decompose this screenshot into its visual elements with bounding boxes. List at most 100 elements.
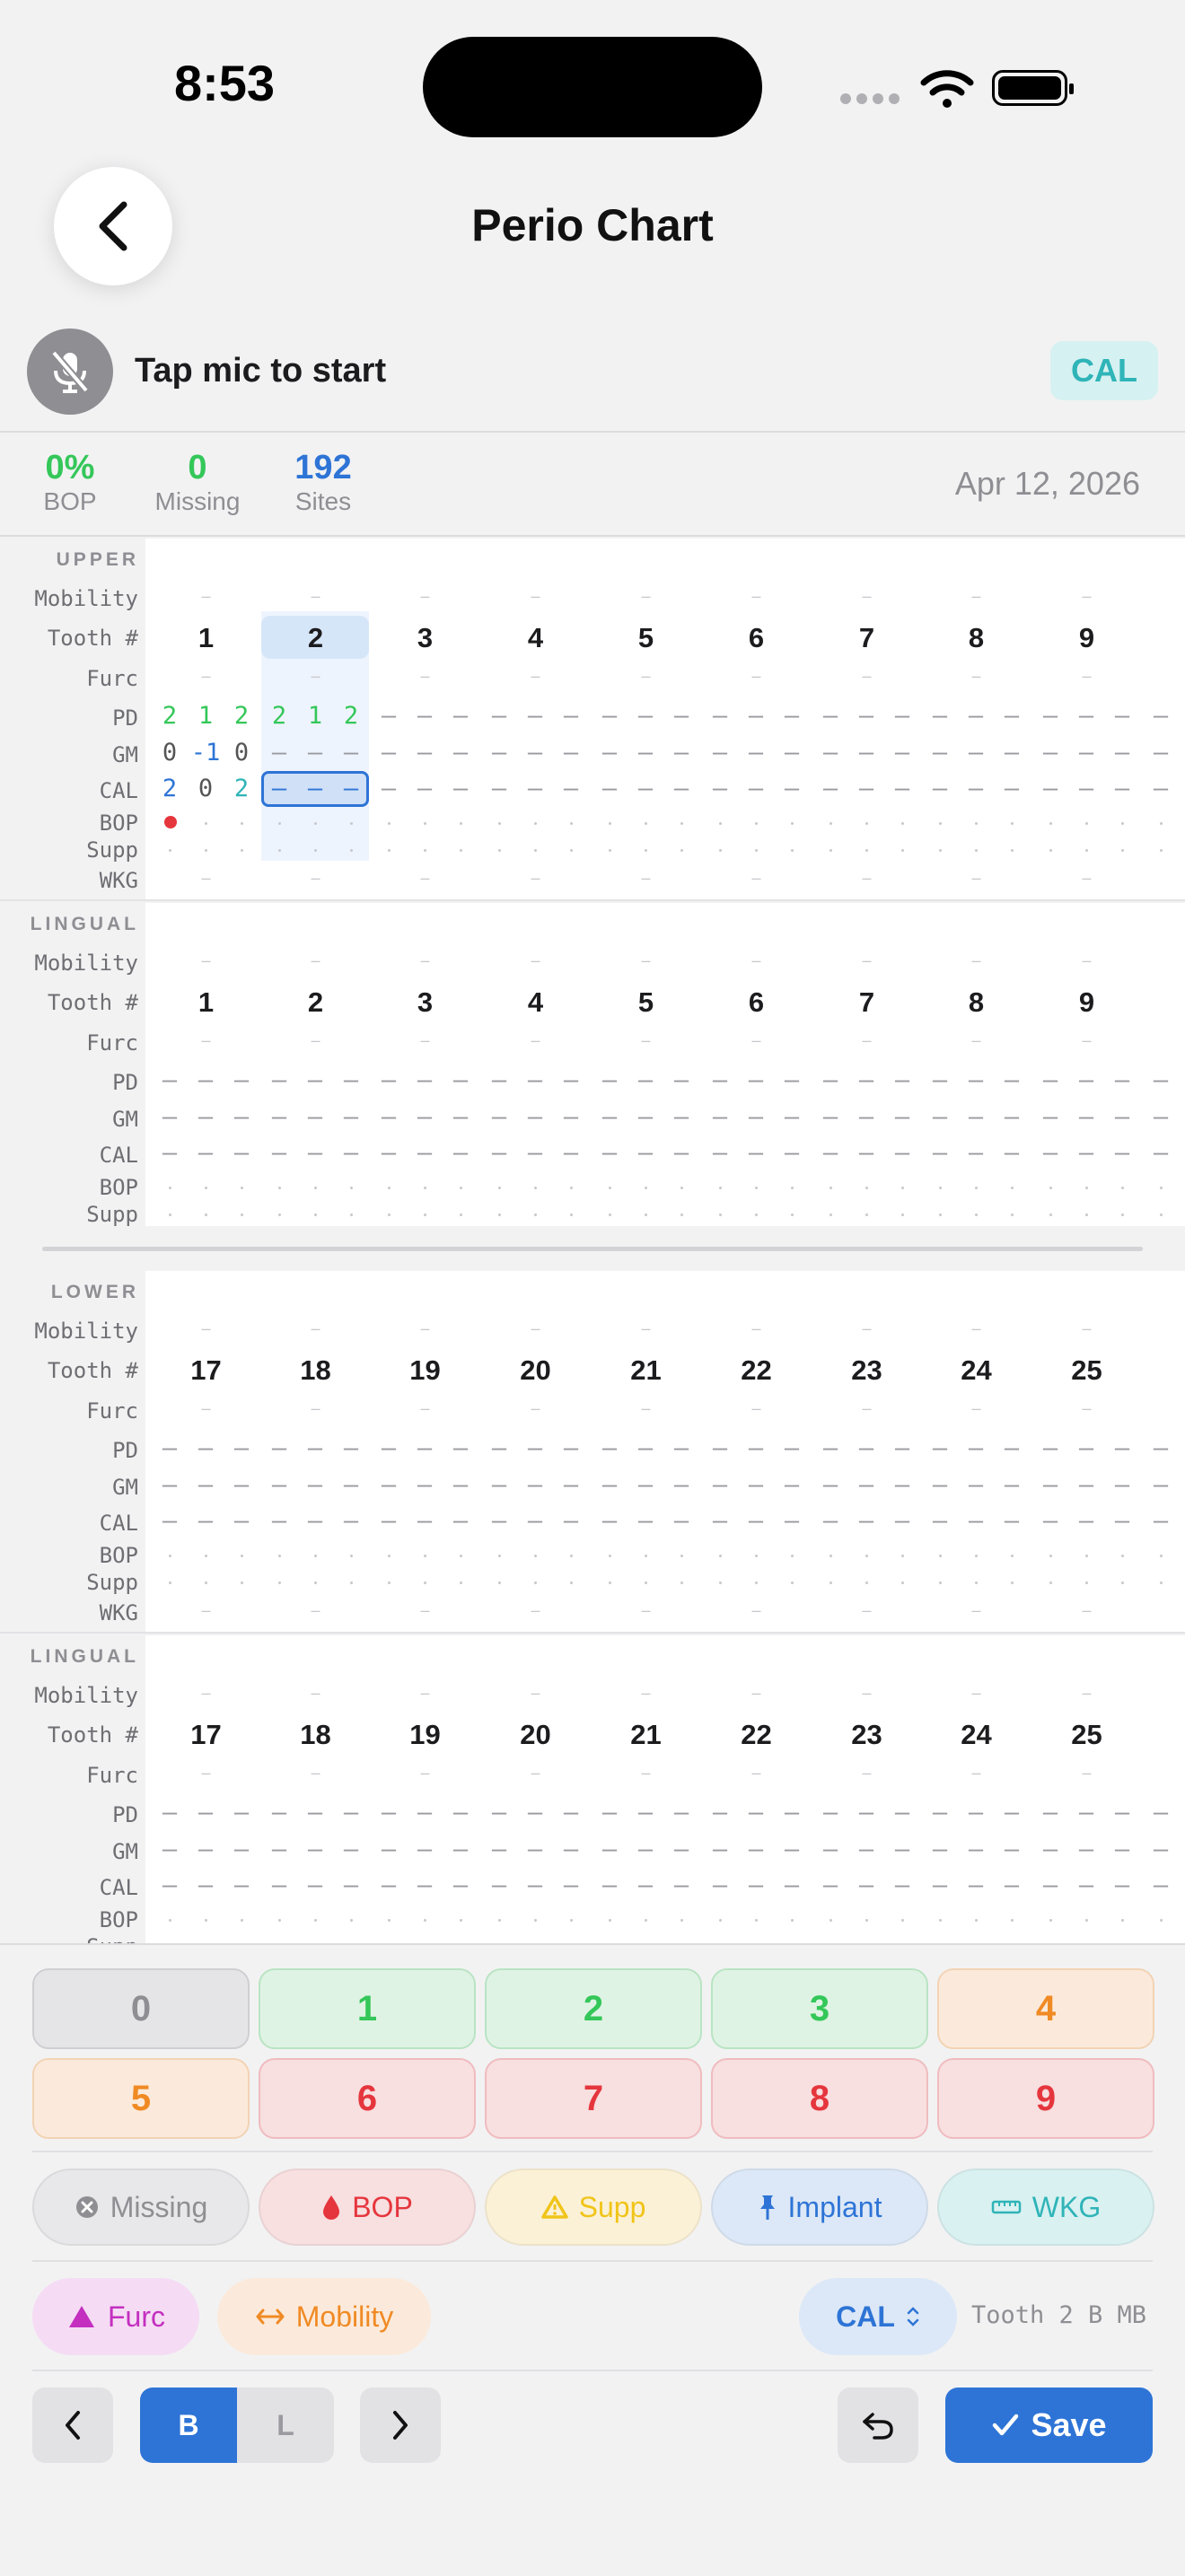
tooth-number[interactable]: 8 (921, 986, 1031, 1019)
site-cell[interactable]: – (1068, 1871, 1104, 1899)
digit-key-2[interactable]: 2 (485, 1968, 702, 2049)
site-cell[interactable]: – (481, 1434, 517, 1462)
site-dot[interactable] (755, 1214, 758, 1216)
tooth-number[interactable]: 17 (151, 1719, 261, 1751)
site-dot[interactable] (205, 1187, 207, 1189)
site-cell[interactable]: – (848, 775, 884, 802)
site-cell[interactable]: – (958, 739, 994, 767)
site-cell[interactable]: – (297, 1836, 333, 1863)
site-cell[interactable]: – (1068, 1471, 1104, 1499)
empty-cell[interactable]: – (1031, 951, 1142, 970)
site-cell[interactable]: – (884, 1139, 920, 1167)
tooth-number[interactable]: 1 (1142, 622, 1185, 654)
site-dot[interactable] (169, 849, 171, 852)
site-dot[interactable] (1049, 849, 1052, 852)
site-dot[interactable] (645, 1187, 647, 1189)
site-cell[interactable]: – (774, 1434, 810, 1462)
site-cell[interactable]: – (628, 1103, 663, 1131)
site-dot[interactable] (460, 1919, 462, 1922)
site-dot[interactable] (350, 822, 353, 825)
site-cell[interactable]: – (994, 1434, 1030, 1462)
empty-cell[interactable]: – (260, 1399, 371, 1418)
site-cell[interactable]: – (774, 775, 810, 802)
site-value[interactable]: 2 (224, 702, 259, 730)
site-cell[interactable]: – (958, 1871, 994, 1899)
site-dot[interactable] (570, 1187, 573, 1189)
empty-cell[interactable]: – (480, 1764, 591, 1783)
site-dot[interactable] (939, 1555, 942, 1557)
site-dot[interactable] (645, 849, 647, 852)
site-dot[interactable] (755, 849, 758, 852)
site-cell[interactable]: – (702, 1103, 738, 1131)
site-dot[interactable] (680, 822, 683, 825)
site-cell[interactable]: – (1068, 1066, 1104, 1094)
site-cell[interactable]: – (592, 1836, 628, 1863)
site-cell[interactable]: – (333, 1871, 369, 1899)
site-dot[interactable] (460, 822, 462, 825)
site-cell[interactable]: – (407, 1507, 443, 1535)
site-dot[interactable] (570, 1555, 573, 1557)
site-cell[interactable]: – (188, 1434, 224, 1462)
site-dot[interactable] (1121, 1187, 1124, 1189)
site-dot[interactable] (1085, 1555, 1088, 1557)
site-dot[interactable] (1085, 1919, 1088, 1922)
site-dot[interactable] (498, 1555, 501, 1557)
site-cell[interactable]: – (922, 739, 958, 767)
empty-cell[interactable]: – (480, 1601, 591, 1620)
empty-cell[interactable]: – (812, 1601, 922, 1620)
empty-cell[interactable]: – (921, 951, 1031, 970)
site-dot[interactable] (241, 822, 243, 825)
site-cell[interactable]: – (1104, 702, 1140, 730)
site-cell[interactable]: – (1032, 1799, 1068, 1827)
site-cell[interactable]: – (517, 775, 553, 802)
site-dot[interactable] (314, 849, 317, 852)
site-cell[interactable]: – (922, 1066, 958, 1094)
site-cell[interactable]: – (443, 1836, 478, 1863)
empty-cell[interactable]: – (370, 587, 480, 606)
site-cell[interactable]: – (371, 739, 407, 767)
site-dot[interactable] (791, 1919, 794, 1922)
site-dot[interactable] (680, 849, 683, 852)
empty-cell[interactable]: – (701, 1399, 812, 1418)
site-cell[interactable]: – (188, 1507, 224, 1535)
digit-key-0[interactable]: 0 (32, 1968, 250, 2049)
site-cell[interactable]: – (407, 1139, 443, 1167)
site-cell[interactable]: – (848, 739, 884, 767)
tooth-number[interactable]: 23 (812, 1719, 922, 1751)
empty-cell[interactable]: – (812, 1031, 922, 1050)
site-dot[interactable] (278, 1582, 281, 1584)
site-cell[interactable]: – (592, 1507, 628, 1535)
site-dot[interactable] (570, 849, 573, 852)
site-cell[interactable]: – (553, 1799, 589, 1827)
site-cell[interactable]: – (1068, 1139, 1104, 1167)
site-dot[interactable] (424, 822, 426, 825)
site-cell[interactable]: – (553, 1066, 589, 1094)
tooth-number[interactable]: 22 (701, 1719, 812, 1751)
site-cell[interactable]: – (553, 1836, 589, 1863)
empty-cell[interactable]: – (370, 1319, 480, 1338)
site-cell[interactable]: – (407, 1836, 443, 1863)
tooth-number[interactable]: 2 (1142, 1354, 1185, 1387)
site-cell[interactable]: – (848, 1139, 884, 1167)
site-dot[interactable] (939, 1187, 942, 1189)
site-dot[interactable] (534, 849, 537, 852)
empty-cell[interactable]: – (591, 951, 701, 970)
site-cell[interactable]: – (884, 702, 920, 730)
empty-cell[interactable]: – (921, 587, 1031, 606)
site-cell[interactable]: – (1032, 1471, 1068, 1499)
back-button[interactable] (54, 167, 172, 285)
tooth-number[interactable]: 24 (921, 1719, 1031, 1751)
site-cell[interactable]: – (1068, 1434, 1104, 1462)
site-cell[interactable]: – (553, 775, 589, 802)
site-cell[interactable]: – (152, 1507, 188, 1535)
site-cell[interactable]: – (702, 739, 738, 767)
site-cell[interactable]: – (407, 739, 443, 767)
site-cell[interactable]: – (261, 1471, 297, 1499)
site-cell[interactable]: – (812, 1871, 848, 1899)
site-dot[interactable] (278, 1187, 281, 1189)
site-dot[interactable] (755, 1919, 758, 1922)
site-cell[interactable]: – (1179, 1434, 1185, 1462)
next-site-button[interactable] (360, 2388, 441, 2463)
empty-cell[interactable]: – (151, 1031, 261, 1050)
site-dot[interactable] (680, 1919, 683, 1922)
